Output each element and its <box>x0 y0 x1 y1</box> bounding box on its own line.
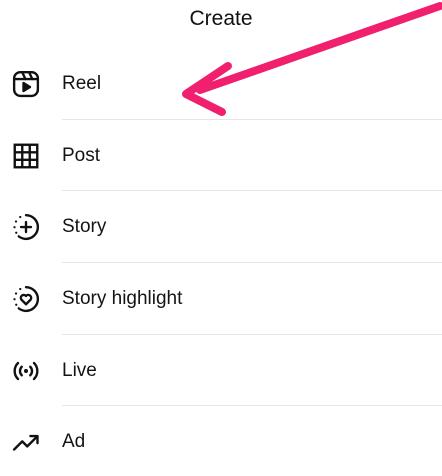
menu-item-label: Story highlight <box>62 287 183 309</box>
sheet-title: Create <box>189 7 253 30</box>
menu-item-live[interactable]: Live <box>0 335 442 407</box>
highlight-heart-icon <box>9 282 43 316</box>
menu-item-label: Story <box>62 216 107 238</box>
menu-item-ad[interactable]: Ad <box>0 406 442 476</box>
create-sheet: Create Reel Post Story Story highlight L… <box>0 0 442 476</box>
menu-item-label: Ad <box>62 431 86 453</box>
menu-item-label: Reel <box>62 72 102 94</box>
menu-item-story[interactable]: Story <box>0 191 442 264</box>
create-menu: Reel Post Story Story highlight Live Ad <box>0 48 442 476</box>
live-broadcast-icon <box>9 354 43 388</box>
grid-icon <box>9 139 43 173</box>
trending-arrow-icon <box>9 425 43 459</box>
menu-item-label: Live <box>62 359 97 381</box>
menu-item-label: Post <box>62 144 101 166</box>
menu-item-story-highlight[interactable]: Story highlight <box>0 263 442 335</box>
reel-icon <box>9 67 43 101</box>
story-add-icon <box>9 210 43 244</box>
menu-item-post[interactable]: Post <box>0 120 442 192</box>
menu-item-reel[interactable]: Reel <box>0 48 442 120</box>
